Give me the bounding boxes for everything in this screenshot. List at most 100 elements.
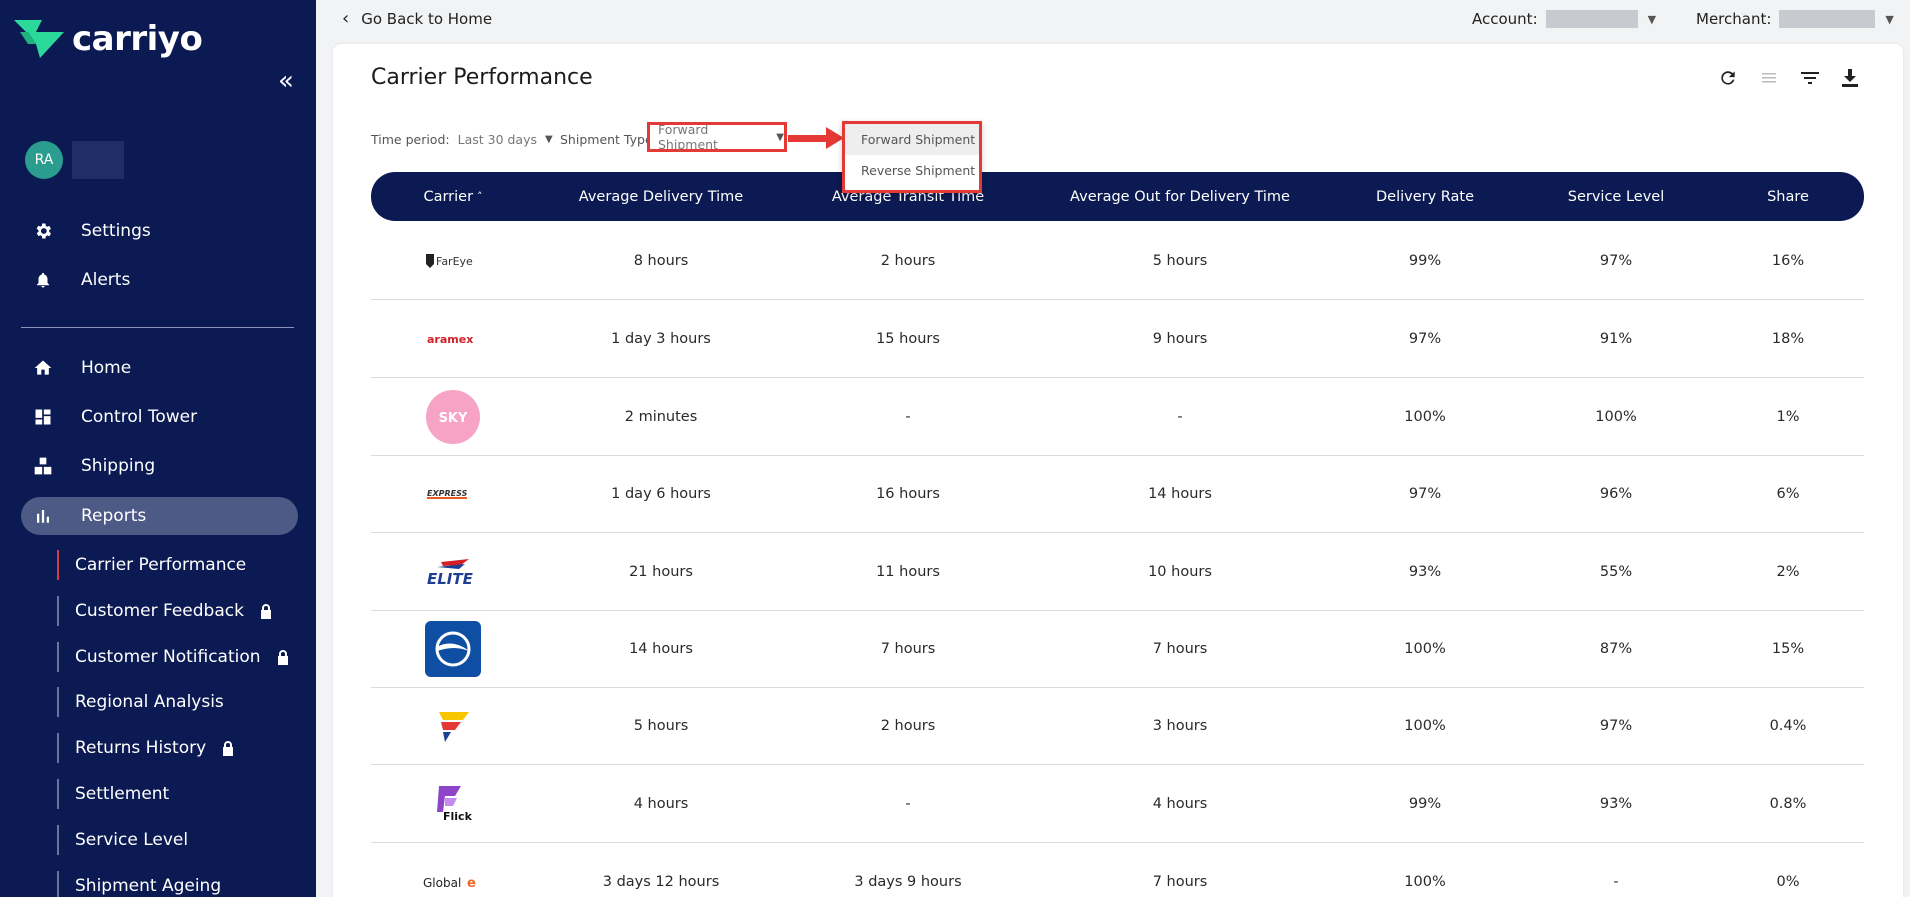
sidebar-subitem-customer-notification[interactable]: Customer Notification: [57, 642, 289, 672]
sidebar-item-shipping[interactable]: Shipping: [21, 447, 298, 485]
svg-text:aramex: aramex: [427, 333, 473, 346]
cell-average-delivery-time: 5 hours: [633, 717, 689, 734]
merchant-selector[interactable]: Merchant: ▼: [1696, 10, 1894, 28]
sidebar-subitem-customer-feedback[interactable]: Customer Feedback: [57, 596, 272, 626]
back-to-home-link[interactable]: ‹ Go Back to Home: [342, 8, 492, 29]
sidebar-subitem-label: Customer Notification: [75, 647, 261, 667]
column-header-average-out-for-delivery-time[interactable]: Average Out for Delivery Time: [1070, 172, 1290, 221]
cell-average-transit-time: 7 hours: [880, 640, 936, 657]
cell-service-level: 87%: [1599, 640, 1633, 657]
sidebar-item-control-tower[interactable]: Control Tower: [21, 398, 298, 436]
lock-icon: [222, 740, 234, 756]
cell-service-level: 55%: [1599, 563, 1633, 580]
cell-average-out-for-delivery-time: 14 hours: [1148, 485, 1212, 502]
cell-average-transit-time: 11 hours: [876, 563, 940, 580]
carrier-logo-flick: Flick: [431, 765, 475, 842]
cell-delivery-rate: 100%: [1404, 873, 1446, 890]
svg-text:ELITE: ELITE: [427, 570, 474, 588]
sidebar-subitem-shipment-ageing[interactable]: Shipment Ageing: [57, 871, 221, 897]
table-row: Global e 3 days 12 hours 3 days 9 hours 7…: [371, 843, 1864, 897]
cell-service-level: 97%: [1599, 252, 1633, 269]
cell-share: 15%: [1771, 640, 1805, 657]
column-header-share[interactable]: Share: [1767, 172, 1809, 221]
carriyo-mark-icon: [14, 20, 64, 58]
bar-chart-icon: [29, 507, 57, 525]
sidebar-subitem-label: Returns History: [75, 738, 207, 758]
time-period-label: Time period:: [371, 132, 450, 147]
cell-average-out-for-delivery-time: 9 hours: [1152, 330, 1208, 347]
back-label: Go Back to Home: [361, 9, 493, 28]
cell-share: 0.4%: [1769, 717, 1807, 734]
shipment-type-label: Shipment Type: [560, 132, 653, 147]
avatar[interactable]: RA: [25, 141, 63, 179]
home-icon: [29, 358, 57, 378]
filter-icon[interactable]: [1798, 66, 1822, 90]
sidebar-subitem-service-level[interactable]: Service Level: [57, 825, 188, 855]
svg-text:SKY: SKY: [439, 411, 468, 426]
boxes-icon: [29, 456, 57, 476]
sidebar-item-settings[interactable]: Settings: [21, 212, 298, 250]
cell-service-level: -: [1613, 873, 1619, 890]
sidebar-subitem-settlement[interactable]: Settlement: [57, 779, 169, 809]
time-period-value: Last 30 days: [457, 132, 538, 147]
columns-icon[interactable]: [1757, 66, 1781, 90]
carrier-logo-elite: ELITE: [421, 533, 485, 610]
sidebar-item-label: Alerts: [81, 270, 131, 290]
option-forward-shipment[interactable]: Forward Shipment: [845, 124, 979, 155]
cell-average-out-for-delivery-time: 7 hours: [1152, 640, 1208, 657]
carriyo-logo[interactable]: carriyo: [14, 18, 203, 60]
carrier-logo-fareye: FarEye: [423, 222, 483, 299]
caret-down-icon: ▼: [545, 134, 553, 145]
gear-icon: [29, 221, 57, 241]
account-selector[interactable]: Account: ▼: [1472, 10, 1656, 28]
time-period-filter[interactable]: Time period: Last 30 days ▼: [371, 132, 553, 147]
bell-icon: [29, 270, 57, 290]
cell-average-transit-time: 3 days 9 hours: [854, 873, 962, 890]
collapse-sidebar-icon[interactable]: «: [278, 68, 300, 96]
chevron-down-icon: ▼: [1885, 12, 1894, 26]
download-icon[interactable]: [1838, 66, 1862, 90]
cell-average-transit-time: 2 hours: [880, 252, 936, 269]
cell-share: 1%: [1776, 408, 1800, 425]
cell-service-level: 97%: [1599, 717, 1633, 734]
cell-average-delivery-time: 1 day 6 hours: [611, 485, 711, 502]
cell-average-delivery-time: 3 days 12 hours: [602, 873, 720, 890]
carrier-logo-sky: SKY: [425, 378, 481, 455]
sidebar-item-home[interactable]: Home: [21, 349, 298, 387]
merchant-value-redacted: [1779, 10, 1876, 28]
shipment-type-dropdown-menu: Forward Shipment Reverse Shipment: [842, 121, 982, 193]
shipment-type-value: Forward Shipment: [658, 122, 718, 152]
sidebar-subitem-regional-analysis[interactable]: Regional Analysis: [57, 687, 224, 717]
table-row: ELITE 21 hours 11 hours 10 hours 93% 55%…: [371, 533, 1864, 611]
option-reverse-shipment[interactable]: Reverse Shipment: [845, 155, 979, 186]
brand-name: carriyo: [72, 19, 203, 59]
sidebar-item-alerts[interactable]: Alerts: [21, 261, 298, 299]
sidebar-item-reports[interactable]: Reports: [21, 497, 298, 535]
sidebar-subitem-carrier-performance[interactable]: Carrier Performance: [57, 550, 246, 580]
column-header-average-delivery-time[interactable]: Average Delivery Time: [579, 172, 743, 221]
cell-share: 18%: [1771, 330, 1805, 347]
shipment-type-select[interactable]: Forward Shipment ▼: [647, 122, 787, 152]
sidebar-subitem-label: Settlement: [75, 784, 170, 804]
cell-delivery-rate: 97%: [1408, 330, 1442, 347]
dashboard-icon: [29, 407, 57, 427]
cell-average-out-for-delivery-time: -: [1177, 408, 1183, 425]
cell-average-delivery-time: 14 hours: [629, 640, 693, 657]
cell-share: 2%: [1776, 563, 1800, 580]
annotation-arrow-icon: [788, 127, 844, 149]
cell-delivery-rate: 99%: [1408, 252, 1442, 269]
svg-text:Flick: Flick: [443, 810, 473, 823]
column-header-carrier[interactable]: Carrier ˄: [423, 172, 482, 221]
column-header-delivery-rate[interactable]: Delivery Rate: [1376, 172, 1474, 221]
cell-share: 6%: [1776, 485, 1800, 502]
cell-average-delivery-time: 4 hours: [633, 795, 689, 812]
cell-average-out-for-delivery-time: 10 hours: [1148, 563, 1212, 580]
refresh-icon[interactable]: [1716, 66, 1740, 90]
caret-down-icon: ▼: [776, 131, 784, 143]
cell-delivery-rate: 97%: [1408, 485, 1442, 502]
cell-average-transit-time: 2 hours: [880, 717, 936, 734]
column-header-service-level[interactable]: Service Level: [1568, 172, 1664, 221]
table-row: EXPRESS 1 day 6 hours 16 hours 14 hours …: [371, 455, 1864, 533]
sidebar-subitem-label: Service Level: [75, 830, 189, 850]
sidebar-subitem-returns-history[interactable]: Returns History: [57, 733, 234, 763]
